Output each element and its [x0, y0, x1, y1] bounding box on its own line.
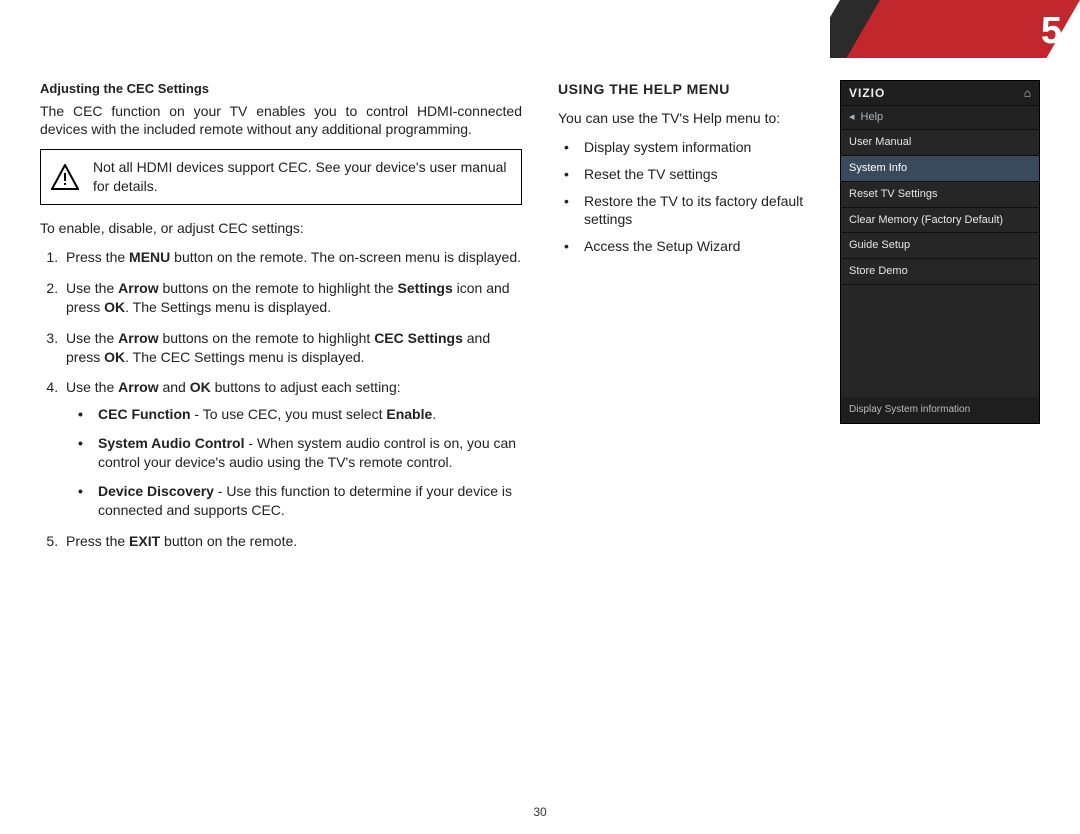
menu-item-clear-memory: Clear Memory (Factory Default): [841, 208, 1039, 234]
menu-title-row: ◂ Help: [841, 106, 1039, 130]
step-1: Press the MENU button on the remote. The…: [62, 248, 522, 267]
back-icon: ◂: [849, 110, 855, 125]
home-icon: ⌂: [1024, 85, 1031, 101]
help-intro: You can use the TV's Help menu to:: [558, 109, 822, 128]
sub-cec-function: CEC Function - To use CEC, you must sele…: [92, 405, 522, 424]
chapter-number: 5: [1041, 6, 1062, 57]
step-5: Press the EXIT button on the remote.: [62, 532, 522, 551]
menu-empty-space: [841, 285, 1039, 397]
help-item-2: Restore the TV to its factory default se…: [578, 192, 822, 230]
step4-subitems: CEC Function - To use CEC, you must sele…: [66, 405, 522, 519]
cec-leadin: To enable, disable, or adjust CEC settin…: [40, 219, 522, 238]
warning-callout: Not all HDMI devices support CEC. See yo…: [40, 149, 522, 205]
cec-heading: Adjusting the CEC Settings: [40, 80, 522, 98]
menu-item-reset-tv: Reset TV Settings: [841, 182, 1039, 208]
sub-system-audio: System Audio Control - When system audio…: [92, 434, 522, 472]
help-item-1: Reset the TV settings: [578, 165, 822, 184]
tv-menu-screenshot: VIZIO ⌂ ◂ Help User Manual System Info R…: [840, 80, 1040, 424]
menu-item-guide-setup: Guide Setup: [841, 233, 1039, 259]
right-column: USING THE HELP MENU You can use the TV's…: [558, 80, 1040, 794]
menu-footer: Display System information: [841, 397, 1039, 423]
cec-steps: Press the MENU button on the remote. The…: [40, 248, 522, 551]
menu-item-user-manual: User Manual: [841, 130, 1039, 156]
sub-device-discovery: Device Discovery - Use this function to …: [92, 482, 522, 520]
warning-icon: [51, 164, 79, 190]
step-4: Use the Arrow and OK buttons to adjust e…: [62, 378, 522, 519]
left-column: Adjusting the CEC Settings The CEC funct…: [40, 80, 522, 794]
step-3: Use the Arrow buttons on the remote to h…: [62, 329, 522, 367]
help-list: Display system information Reset the TV …: [558, 138, 822, 256]
brand-logo: VIZIO: [849, 85, 885, 101]
chapter-tab: 5: [830, 0, 1080, 58]
menu-topbar: VIZIO ⌂: [841, 81, 1039, 106]
menu-item-system-info: System Info: [841, 156, 1039, 182]
menu-title: Help: [861, 110, 884, 125]
cec-intro: The CEC function on your TV enables you …: [40, 102, 522, 140]
help-item-0: Display system information: [578, 138, 822, 157]
warning-text: Not all HDMI devices support CEC. See yo…: [93, 158, 509, 196]
help-heading: USING THE HELP MENU: [558, 80, 822, 99]
menu-item-store-demo: Store Demo: [841, 259, 1039, 285]
help-item-3: Access the Setup Wizard: [578, 237, 822, 256]
page-number: 30: [0, 804, 1080, 820]
step-2: Use the Arrow buttons on the remote to h…: [62, 279, 522, 317]
